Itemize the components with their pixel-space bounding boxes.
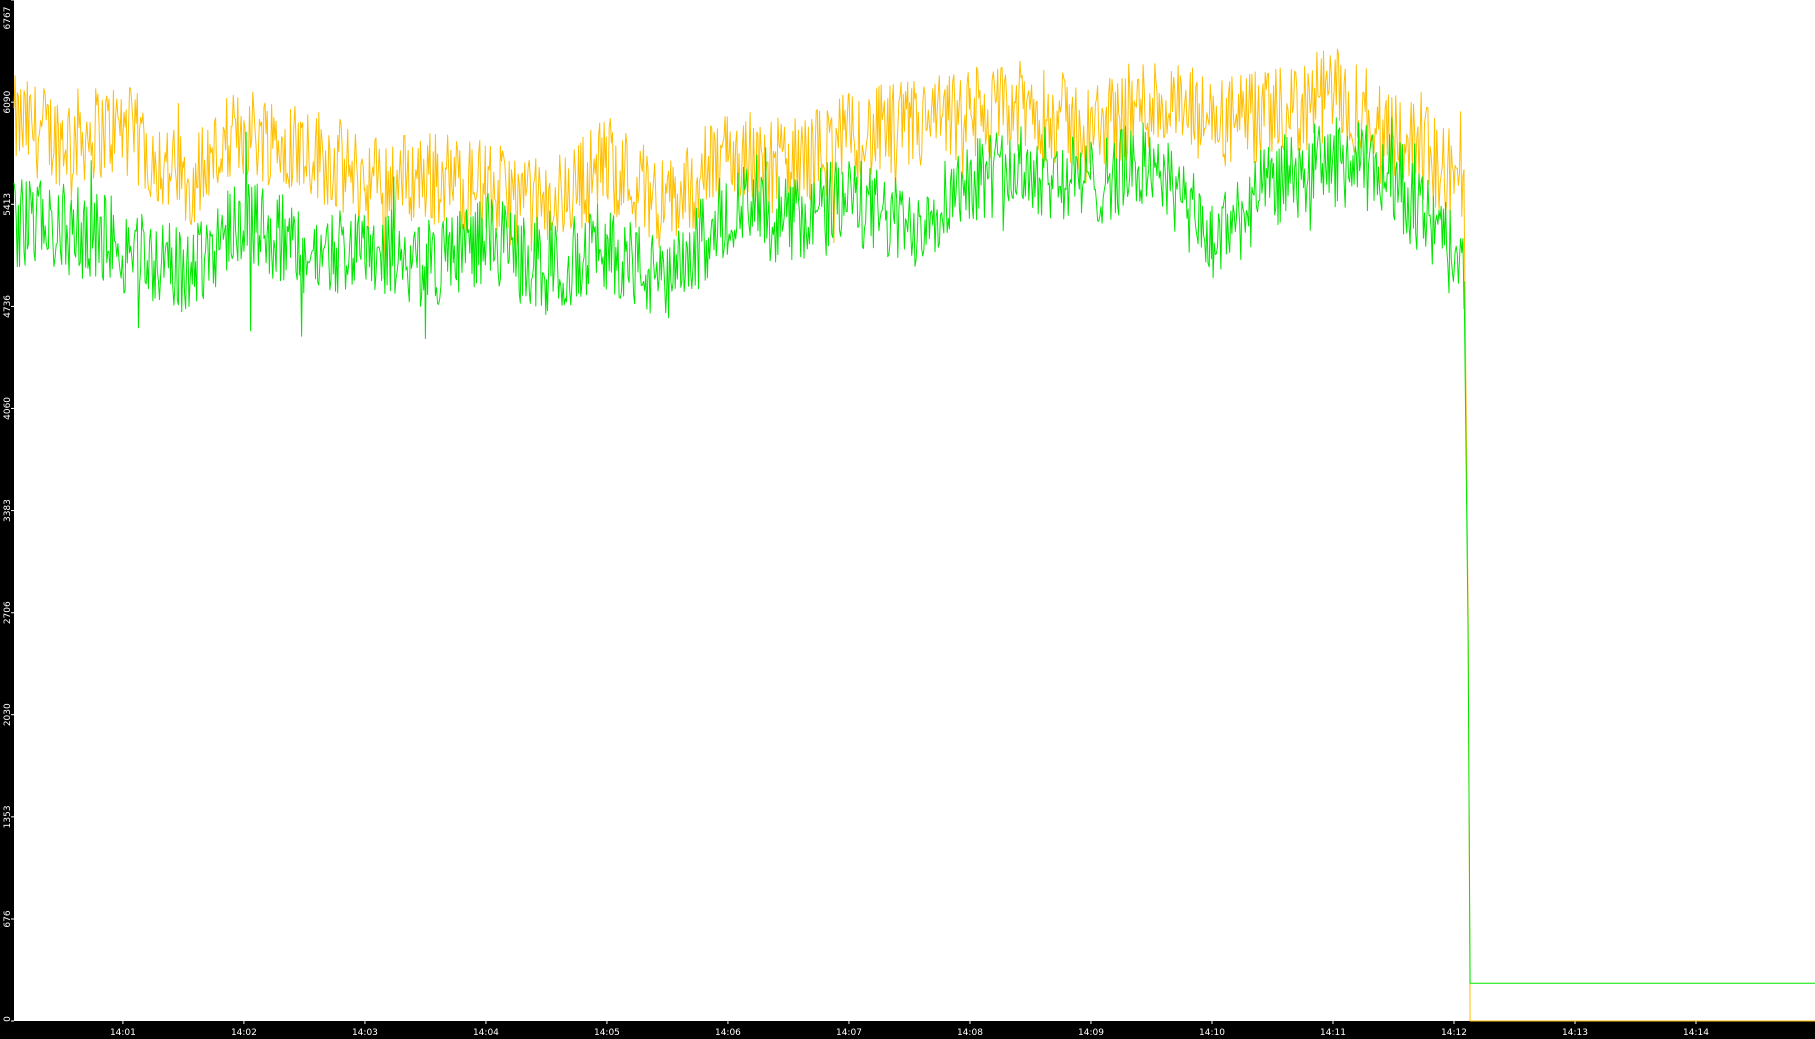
x-axis: 14:01 14:02 14:03 14:04 14:05 14:06 14:07 14:08… (110, 1021, 1709, 1038)
y-axis: 0676135320302706338340604736541360906767 (3, 0, 14, 1022)
x-tick-label: 14:12 (1441, 1028, 1467, 1038)
line-chart: 0 676 1353 2030 2706 3383 4060 4736 5413 6090 6767… (0, 0, 1815, 1039)
x-tick-label: 14:04 (473, 1028, 499, 1038)
x-tick-label: 14:09 (1078, 1028, 1104, 1038)
x-tick-label: 14:08 (957, 1028, 983, 1038)
y-tick-label: 6767 (3, 7, 13, 30)
x-tick-label: 14:06 (715, 1028, 741, 1038)
x-tick-label: 14:05 (594, 1028, 620, 1038)
chart-svg: 0676135320302706338340604736541360906767… (3, 0, 1815, 1038)
x-tick-label: 14:13 (1562, 1028, 1588, 1038)
x-tick-label: 14:07 (836, 1028, 862, 1038)
x-tick-label: 14:03 (352, 1028, 378, 1038)
x-tick-label: 14:01 (110, 1028, 136, 1038)
x-tick-label: 14:14 (1683, 1028, 1709, 1038)
x-tick-label: 14:02 (231, 1028, 257, 1038)
x-tick-label: 14:11 (1320, 1028, 1346, 1038)
x-tick-label: 14:10 (1199, 1028, 1225, 1038)
